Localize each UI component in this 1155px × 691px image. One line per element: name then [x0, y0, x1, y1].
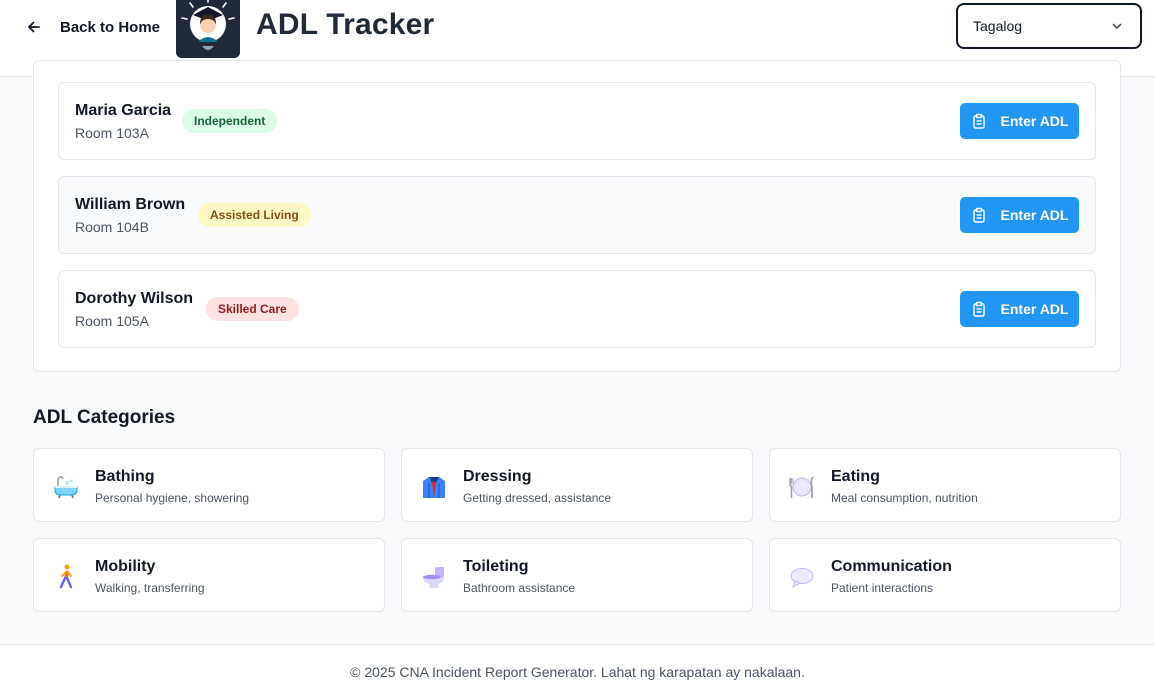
- category-card-mobility[interactable]: Mobility Walking, transferring: [33, 538, 385, 612]
- category-title: Eating: [831, 468, 880, 485]
- language-select[interactable]: Tagalog: [956, 3, 1142, 49]
- resident-name: William Brown: [75, 196, 186, 213]
- category-card-dressing[interactable]: Dressing Getting dressed, assistance: [401, 448, 753, 522]
- category-card-communication[interactable]: Communication Patient interactions: [769, 538, 1121, 612]
- category-title: Communication: [831, 558, 952, 575]
- clipboard-icon: [972, 207, 985, 223]
- resident-room: Room 105A: [75, 313, 149, 329]
- care-level-badge: Independent: [182, 109, 278, 133]
- cna-nurse-logo-icon: [176, 0, 240, 58]
- resident-room: Room 103A: [75, 125, 149, 141]
- category-description: Walking, transferring: [95, 581, 205, 595]
- category-card-bathing[interactable]: Bathing Personal hygiene, showering: [33, 448, 385, 522]
- residents-card: Maria Garcia Room 103A Independent Enter…: [33, 60, 1121, 372]
- category-description: Meal consumption, nutrition: [831, 491, 978, 505]
- category-card-toileting[interactable]: Toileting Bathroom assistance: [401, 538, 753, 612]
- resident-name: Dorothy Wilson: [75, 290, 194, 307]
- enter-adl-label: Enter ADL: [1000, 301, 1069, 317]
- toilet-icon: [423, 567, 444, 588]
- app-logo: [176, 0, 240, 58]
- category-description: Personal hygiene, showering: [95, 491, 250, 505]
- care-level-badge: Skilled Care: [206, 297, 299, 321]
- category-title: Mobility: [95, 558, 156, 575]
- clipboard-icon: [972, 113, 985, 129]
- coat-icon: [423, 477, 445, 498]
- category-description: Getting dressed, assistance: [463, 491, 612, 505]
- category-card-eating[interactable]: Eating Meal consumption, nutrition: [769, 448, 1121, 522]
- resident-name: Maria Garcia: [75, 102, 172, 119]
- care-level-badge: Assisted Living: [198, 203, 311, 227]
- page-title: ADL Tracker: [256, 8, 435, 41]
- speech-bubble-icon: [790, 568, 814, 589]
- enter-adl-label: Enter ADL: [1000, 113, 1069, 129]
- clipboard-icon: [972, 301, 985, 317]
- page-footer: © 2025 CNA Incident Report Generator. La…: [0, 644, 1155, 691]
- walking-person-icon: [59, 564, 73, 589]
- category-title: Bathing: [95, 468, 155, 485]
- copyright-text: © 2025 CNA Incident Report Generator. La…: [350, 664, 805, 680]
- adl-categories-heading: ADL Categories: [33, 407, 176, 428]
- resident-room: Room 104B: [75, 219, 149, 235]
- category-title: Toileting: [463, 558, 529, 575]
- resident-row: Maria Garcia Room 103A Independent Enter…: [58, 82, 1096, 160]
- chevron-down-icon: [1112, 23, 1122, 29]
- resident-row: William Brown Room 104B Assisted Living …: [58, 176, 1096, 254]
- resident-row: Dorothy Wilson Room 105A Skilled Care En…: [58, 270, 1096, 348]
- enter-adl-button[interactable]: Enter ADL: [960, 103, 1079, 139]
- back-to-home-link[interactable]: Back to Home: [26, 15, 160, 39]
- category-description: Patient interactions: [831, 581, 934, 595]
- enter-adl-button[interactable]: Enter ADL: [960, 197, 1079, 233]
- enter-adl-button[interactable]: Enter ADL: [960, 291, 1079, 327]
- back-label: Back to Home: [60, 18, 161, 36]
- category-description: Bathroom assistance: [463, 581, 576, 595]
- arrow-left-icon: [28, 21, 40, 33]
- bathtub-icon: [54, 476, 78, 499]
- plate-cutlery-icon: [789, 476, 814, 498]
- category-title: Dressing: [463, 468, 532, 485]
- language-value: Tagalog: [973, 18, 1023, 34]
- enter-adl-label: Enter ADL: [1000, 207, 1069, 223]
